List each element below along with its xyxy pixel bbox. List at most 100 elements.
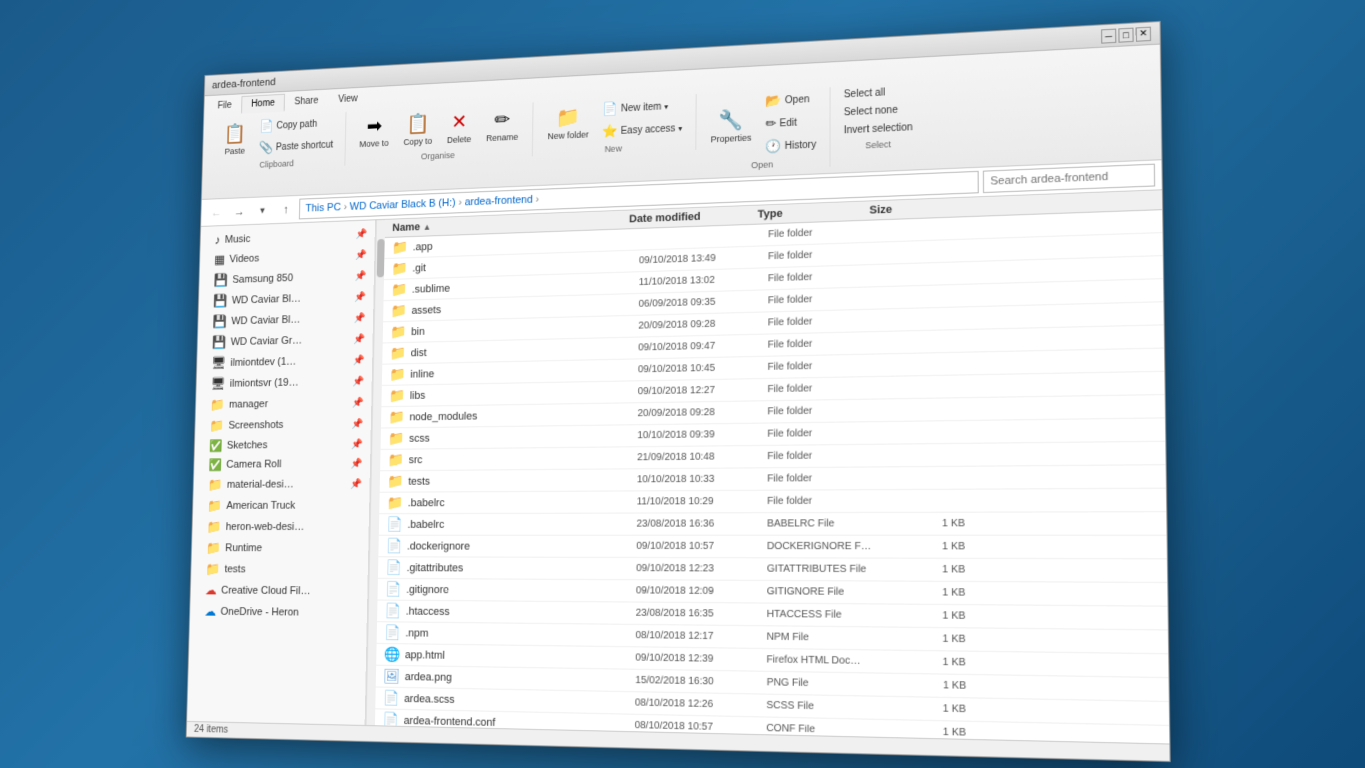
sidebar-item-american-truck[interactable]: 📁 American Truck <box>192 495 369 517</box>
rename-icon: ✏ <box>494 107 510 132</box>
file-type: BABELRC File <box>766 518 880 529</box>
file-name: .babelrc <box>407 496 636 509</box>
sidebar-item-onedrive[interactable]: ☁ OneDrive - Heron <box>189 601 366 624</box>
path-part-thispc[interactable]: This PC <box>305 202 341 215</box>
pin-icon-sketches: 📌 <box>351 439 363 450</box>
file-name: inline <box>410 364 638 380</box>
sidebar-item-material-desi[interactable]: 📁 material-desi… 📌 <box>193 473 369 495</box>
delete-button[interactable]: ✕ Delete <box>440 105 478 149</box>
path-part-folder[interactable]: ardea-frontend <box>464 194 532 208</box>
col-header-size[interactable]: Size <box>869 201 952 216</box>
table-row[interactable]: 📄 .babelrc 23/08/2018 16:36 BABELRC File… <box>378 512 1166 536</box>
html-file-icon: 🌐 <box>383 646 400 663</box>
file-name: scss <box>408 430 636 445</box>
up-button[interactable]: ↑ <box>275 199 295 220</box>
file-name: .dockerignore <box>406 540 635 552</box>
file-date <box>639 235 768 239</box>
path-part-drive[interactable]: WD Caviar Black B (H:) <box>349 197 455 213</box>
file-date: 09/10/2018 09:47 <box>638 340 768 354</box>
file-icon: 📄 <box>384 603 401 620</box>
pin-icon-samsung850: 📌 <box>355 271 367 282</box>
sidebar-item-heron-web-desi[interactable]: 📁 heron-web-desi… <box>192 516 369 537</box>
search-input[interactable] <box>982 164 1154 193</box>
properties-button[interactable]: 🔧 Properties <box>703 103 758 149</box>
file-name: ardea.scss <box>404 692 635 709</box>
ribbon-tab-share[interactable]: Share <box>284 91 328 111</box>
col-header-type[interactable]: Type <box>757 205 869 221</box>
file-type: GITIGNORE File <box>766 586 880 598</box>
new-folder-button[interactable]: 📁 New folder <box>540 100 595 145</box>
easy-access-button[interactable]: ⭐ Easy access ▾ <box>597 117 687 143</box>
file-date: 15/02/2018 16:30 <box>635 675 766 689</box>
paste-icon: 📋 <box>224 121 247 145</box>
new-item-arrow: ▾ <box>664 102 668 111</box>
move-to-button[interactable]: ➡ Move to <box>352 109 395 153</box>
paste-shortcut-button[interactable]: 📎 Paste shortcut <box>254 134 338 159</box>
sidebar-item-camera-roll[interactable]: ✅ Camera Roll 📌 <box>194 454 370 475</box>
sidebar-item-american-truck-label: American Truck <box>226 500 362 512</box>
wd-g-icon: 💾 <box>211 335 226 350</box>
wd-b2-icon: 💾 <box>212 314 227 329</box>
maximize-button[interactable]: □ <box>1118 27 1133 42</box>
table-row[interactable]: 📄 .dockerignore 09/10/2018 10:57 DOCKERI… <box>378 536 1166 560</box>
copy-path-button[interactable]: 📄 Copy path <box>254 112 338 137</box>
file-type: File folder <box>767 337 880 351</box>
folder-icon: 📁 <box>389 366 406 383</box>
path-sep-2: › <box>458 197 462 209</box>
file-date: 11/10/2018 10:29 <box>636 496 766 508</box>
paste-button[interactable]: 📋 Paste <box>216 117 252 160</box>
organise-buttons: ➡ Move to 📋 Copy to ✕ Delete ✏ <box>352 103 524 153</box>
sidebar-item-sketches[interactable]: ✅ Sketches 📌 <box>194 434 370 455</box>
sidebar-item-creative-cloud[interactable]: ☁ Creative Cloud Fil… <box>190 580 367 603</box>
forward-button[interactable]: → <box>229 201 249 222</box>
sidebar-item-ilmiontdev-label: ilmiontdev (1… <box>230 355 349 369</box>
sidebar-item-screenshots[interactable]: 📁 Screenshots 📌 <box>195 413 371 436</box>
invert-selection-button[interactable]: Invert selection <box>838 119 917 140</box>
close-button[interactable]: ✕ <box>1135 26 1150 41</box>
folder-icon: 📁 <box>388 387 405 404</box>
file-size: 1 KB <box>880 564 965 576</box>
sidebar-item-wd-b1-label: WD Caviar Bl… <box>231 292 350 307</box>
delete-icon: ✕ <box>451 110 467 135</box>
folder-icon: 📁 <box>388 430 405 447</box>
col-header-date[interactable]: Date modified <box>629 209 758 226</box>
history-button[interactable]: 🕐 History <box>760 133 821 158</box>
file-size: 1 KB <box>880 633 965 646</box>
ribbon-tab-file[interactable]: File <box>207 96 241 115</box>
folder-icon: 📁 <box>390 324 406 341</box>
ribbon-tab-home[interactable]: Home <box>241 94 285 114</box>
sidebar-item-ilmiontsvr[interactable]: 🖥 ilmiontsvr (19… 📌 <box>196 371 372 395</box>
copy-to-button[interactable]: 📋 Copy to <box>396 107 438 151</box>
folder-icon: 📁 <box>387 452 404 469</box>
folder-icon: 📁 <box>391 281 407 298</box>
back-button[interactable]: ← <box>206 202 226 223</box>
sidebar-item-ilmiontsvr-label: ilmiontsvr (19… <box>229 376 348 390</box>
rename-button[interactable]: ✏ Rename <box>479 103 525 147</box>
select-col: Select all Select none Invert selection <box>838 83 917 140</box>
file-size <box>880 296 964 298</box>
file-name: bin <box>411 320 638 337</box>
open-button[interactable]: 📂 Open <box>760 88 821 113</box>
pin-icon-ilmiontsvr: 📌 <box>352 376 364 387</box>
edit-button[interactable]: ✏ Edit <box>760 111 821 136</box>
table-row[interactable]: 📁 .babelrc 11/10/2018 10:29 File folder <box>379 489 1166 515</box>
status-text: 24 items <box>193 724 227 736</box>
recent-locations-button[interactable]: ▼ <box>252 200 272 221</box>
paste-shortcut-icon: 📎 <box>258 140 273 156</box>
folder-icon: 📁 <box>386 495 403 512</box>
file-type: File folder <box>767 360 880 373</box>
new-col: 📄 New item ▾ ⭐ Easy access ▾ <box>597 95 687 143</box>
sidebar-item-runtime[interactable]: 📁 Runtime <box>191 538 368 560</box>
new-item-button[interactable]: 📄 New item ▾ <box>597 95 687 121</box>
file-type: File folder <box>767 473 880 485</box>
copy-to-icon: 📋 <box>406 112 429 137</box>
sidebar-item-tests[interactable]: 📁 tests <box>191 559 368 581</box>
minimize-button[interactable]: ─ <box>1101 28 1116 43</box>
title-bar-buttons: ─ □ ✕ <box>1101 26 1151 43</box>
ribbon-tab-view[interactable]: View <box>328 89 368 109</box>
sidebar-item-screenshots-label: Screenshots <box>228 418 347 431</box>
file-size: 1 KB <box>880 656 965 669</box>
sidebar-item-manager[interactable]: 📁 manager 📌 <box>195 392 371 416</box>
sidebar-item-camera-roll-label: Camera Roll <box>226 458 347 471</box>
file-name: .sublime <box>411 277 638 295</box>
